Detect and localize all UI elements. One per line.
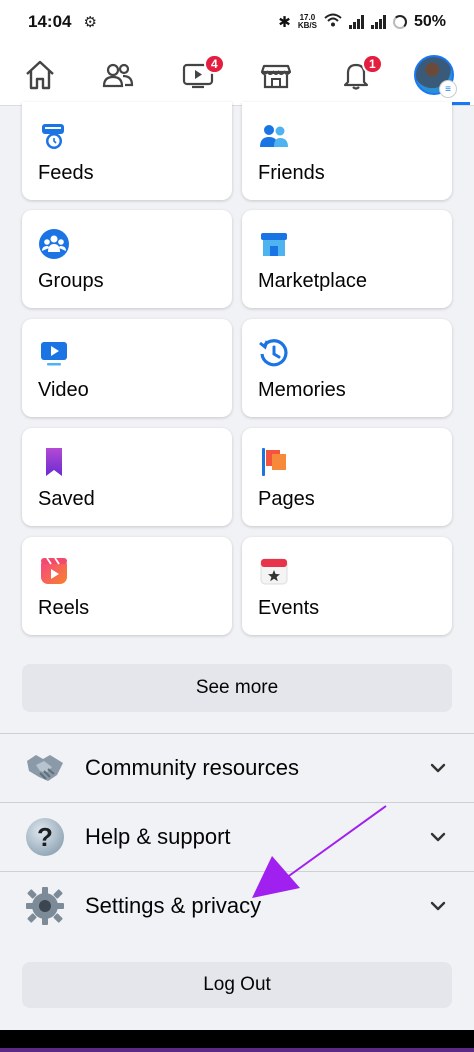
shortcut-groups[interactable]: Groups xyxy=(22,210,232,308)
avatar: ≡ xyxy=(414,55,457,98)
status-bar: 14:04 ⚙ ✱ 17.0 KB/S 50% xyxy=(0,0,474,44)
shortcut-feeds[interactable]: Feeds xyxy=(22,102,232,200)
chevron-down-icon xyxy=(430,901,446,911)
shortcut-reels[interactable]: Reels xyxy=(22,537,232,635)
settings-privacy-row[interactable]: Settings & privacy xyxy=(0,872,474,940)
shortcut-label: Reels xyxy=(38,597,90,619)
shortcut-label: Video xyxy=(38,379,89,401)
wifi-icon xyxy=(324,13,342,31)
nav-notifications[interactable]: 1 xyxy=(328,50,384,100)
nav-menu[interactable]: ≡ xyxy=(406,50,462,100)
settings-privacy-label: Settings & privacy xyxy=(85,893,262,918)
see-more-button[interactable]: See more xyxy=(22,664,452,712)
shortcut-label: Marketplace xyxy=(258,270,367,292)
svg-text:?: ? xyxy=(37,822,53,852)
feeds-icon xyxy=(38,120,70,152)
shortcut-friends[interactable]: Friends xyxy=(242,102,452,200)
settings-gear-icon: ⚙ xyxy=(83,14,97,31)
shortcut-label: Saved xyxy=(38,488,95,510)
log-out-button[interactable]: Log Out xyxy=(22,962,452,1008)
shortcut-label: Pages xyxy=(258,488,315,510)
battery-level: 50% xyxy=(413,13,446,30)
network-speed-unit: KB/S xyxy=(297,21,317,30)
nav-friends[interactable] xyxy=(90,50,146,100)
video-badge: 4 xyxy=(204,54,225,74)
bookmark-icon xyxy=(38,446,70,478)
shortcut-label: Groups xyxy=(38,270,104,292)
network-speed: 17.0 KB/S xyxy=(298,14,317,30)
chevron-down-icon xyxy=(430,763,446,773)
groups-icon xyxy=(38,228,70,260)
system-navigation-bar xyxy=(0,1030,474,1052)
shortcut-memories[interactable]: Memories xyxy=(242,319,452,417)
status-indicators: ✱ 17.0 KB/S 50% xyxy=(278,13,446,31)
bluetooth-icon: ✱ xyxy=(278,14,291,31)
battery-icon xyxy=(392,15,407,29)
shortcut-events[interactable]: Events xyxy=(242,537,452,635)
shortcut-label: Feeds xyxy=(38,162,94,184)
shortcut-label: Friends xyxy=(258,162,325,184)
gear-icon xyxy=(24,885,66,927)
marketplace-icon xyxy=(258,228,290,260)
chevron-down-icon xyxy=(430,832,446,842)
marketplace-icon xyxy=(260,64,292,89)
calendar-icon xyxy=(258,555,290,587)
menu-icon: ≡ xyxy=(439,80,457,98)
top-nav-bar: 4 1 ≡ xyxy=(0,44,474,106)
shortcut-video[interactable]: Video xyxy=(22,319,232,417)
shortcut-saved[interactable]: Saved xyxy=(22,428,232,526)
handshake-icon xyxy=(24,747,66,789)
flag-icon xyxy=(258,446,290,478)
shortcut-pages[interactable]: Pages xyxy=(242,428,452,526)
question-icon: ? xyxy=(24,816,66,858)
help-support-label: Help & support xyxy=(85,824,231,849)
nav-home[interactable] xyxy=(12,50,68,100)
help-support-row[interactable]: ? Help & support xyxy=(0,803,474,871)
shortcut-marketplace[interactable]: Marketplace xyxy=(242,210,452,308)
gesture-bar xyxy=(0,1048,474,1052)
video-icon xyxy=(38,337,70,369)
notifications-badge: 1 xyxy=(362,54,383,74)
community-resources-row[interactable]: Community resources xyxy=(0,734,474,802)
home-icon xyxy=(26,60,54,90)
cell-signal-2-icon xyxy=(370,15,386,29)
reels-icon xyxy=(38,555,70,587)
cell-signal-icon xyxy=(348,15,364,29)
shortcut-label: Events xyxy=(258,597,320,619)
memories-icon xyxy=(258,337,290,369)
community-resources-label: Community resources xyxy=(85,755,299,780)
friends-icon xyxy=(258,120,290,152)
friends-icon xyxy=(102,63,134,88)
status-time: 14:04 xyxy=(28,12,72,31)
nav-marketplace[interactable] xyxy=(248,50,304,100)
nav-video[interactable]: 4 xyxy=(170,50,226,100)
shortcut-label: Memories xyxy=(258,379,346,401)
